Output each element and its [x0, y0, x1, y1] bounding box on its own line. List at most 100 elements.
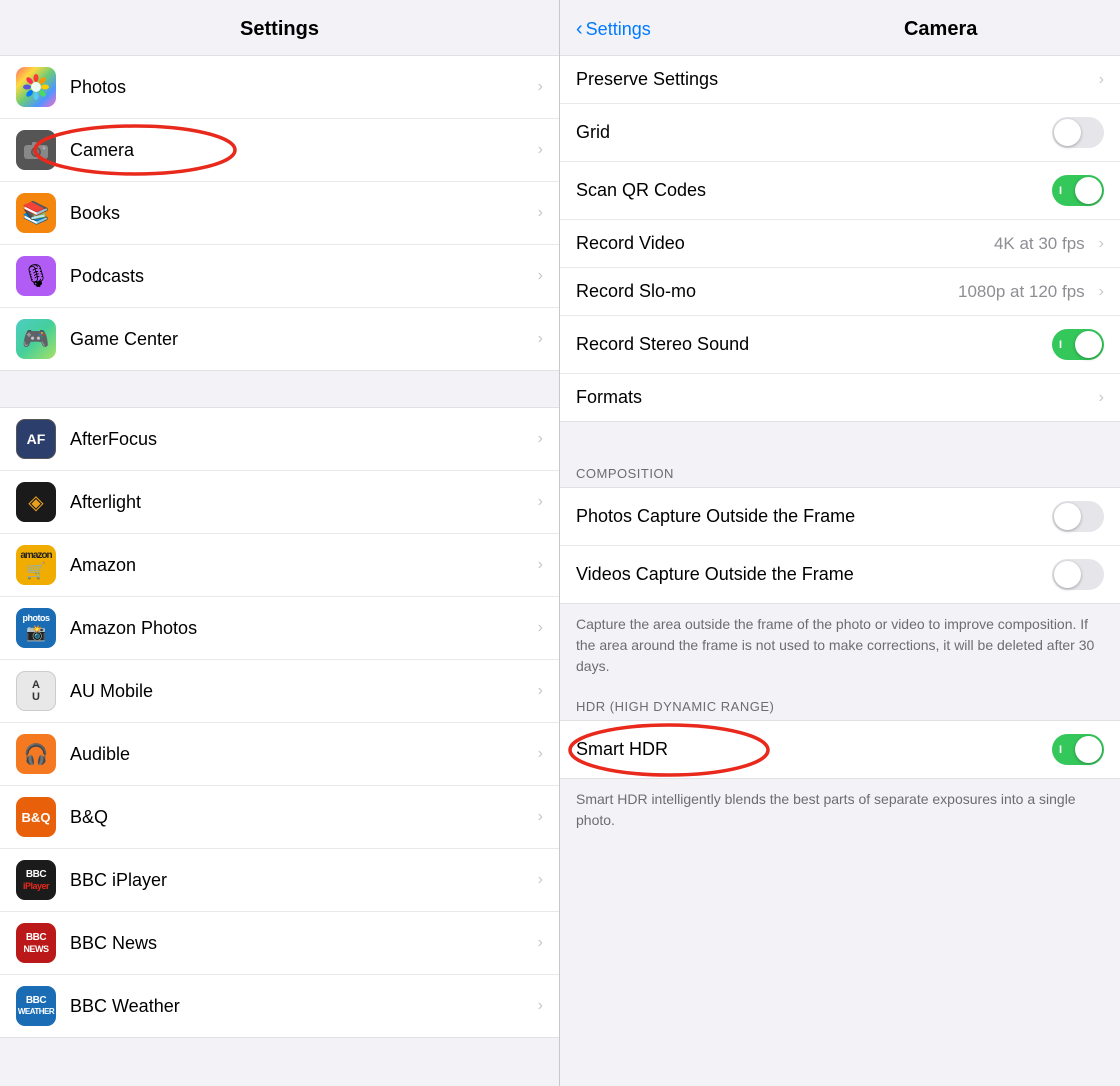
bbcweather-chevron: › [538, 997, 543, 1015]
smart-hdr-item[interactable]: Smart HDR I [560, 721, 1120, 778]
bbcnews-chevron: › [538, 934, 543, 952]
videos-capture-label: Videos Capture Outside the Frame [576, 564, 1052, 585]
sidebar-item-bbcweather[interactable]: BBC WEATHER BBC Weather › [0, 975, 559, 1037]
afterlight-label: Afterlight [70, 492, 530, 513]
audible-icon: 🎧 [16, 734, 56, 774]
grid-toggle-knob [1054, 119, 1081, 146]
record-slomo-value: 1080p at 120 fps [958, 282, 1085, 302]
scan-qr-label: Scan QR Codes [576, 180, 1052, 201]
grid-toggle[interactable] [1052, 117, 1104, 148]
audible-label: Audible [70, 744, 530, 765]
formats-chevron: › [1099, 389, 1104, 407]
podcasts-label: Podcasts [70, 266, 530, 287]
amazon-label: Amazon [70, 555, 530, 576]
afterfocus-label: AfterFocus [70, 429, 530, 450]
photos-capture-item[interactable]: Photos Capture Outside the Frame [560, 488, 1120, 546]
record-video-item[interactable]: Record Video 4K at 30 fps › [560, 220, 1120, 268]
photos-capture-label: Photos Capture Outside the Frame [576, 506, 1052, 527]
hdr-header: HDR (HIGH DYNAMIC RANGE) [560, 691, 1120, 720]
bbcnews-label: BBC News [70, 933, 530, 954]
sidebar-item-audible[interactable]: 🎧 Audible › [0, 723, 559, 786]
record-stereo-toggle[interactable]: I [1052, 329, 1104, 360]
sidebar-item-bbcnews[interactable]: BBC NEWS BBC News › [0, 912, 559, 975]
sidebar-item-camera[interactable]: Camera › [0, 119, 559, 182]
back-button[interactable]: ‹ Settings [576, 18, 651, 41]
books-chevron: › [538, 204, 543, 222]
record-stereo-label: Record Stereo Sound [576, 334, 1052, 355]
afterfocus-chevron: › [538, 430, 543, 448]
audible-chevron: › [538, 745, 543, 763]
scan-qr-item[interactable]: Scan QR Codes I [560, 162, 1120, 220]
sidebar-item-photos[interactable]: Photos › [0, 56, 559, 119]
sidebar-item-amazonphotos[interactable]: photos 📸 Amazon Photos › [0, 597, 559, 660]
camera-label: Camera [70, 140, 530, 161]
afterlight-icon: ◈ [16, 482, 56, 522]
record-video-label: Record Video [576, 233, 994, 254]
videos-capture-toggle-knob [1054, 561, 1081, 588]
amazon-icon: amazon 🛒 [16, 545, 56, 585]
bbcnews-icon: BBC NEWS [16, 923, 56, 963]
bbciplayer-icon: BBC iPlayer [16, 860, 56, 900]
amazonphotos-label: Amazon Photos [70, 618, 530, 639]
hdr-settings: Smart HDR I [560, 720, 1120, 779]
photos-capture-toggle[interactable] [1052, 501, 1104, 532]
record-stereo-item[interactable]: Record Stereo Sound I [560, 316, 1120, 374]
hdr-description: Smart HDR intelligently blends the best … [560, 779, 1120, 845]
grid-item[interactable]: Grid [560, 104, 1120, 162]
right-panel: ‹ Settings Camera Preserve Settings › Gr… [560, 0, 1120, 1086]
sidebar-item-amazon[interactable]: amazon 🛒 Amazon › [0, 534, 559, 597]
bq-chevron: › [538, 808, 543, 826]
grid-label: Grid [576, 122, 1052, 143]
right-header: ‹ Settings Camera [560, 0, 1120, 55]
podcasts-chevron: › [538, 267, 543, 285]
smart-hdr-toggle-knob [1075, 736, 1102, 763]
books-label: Books [70, 203, 530, 224]
amazonphotos-chevron: › [538, 619, 543, 637]
sidebar-item-afterfocus[interactable]: AF AfterFocus › [0, 408, 559, 471]
videos-capture-toggle[interactable] [1052, 559, 1104, 590]
composition-gap [560, 422, 1120, 458]
bq-label: B&Q [70, 807, 530, 828]
formats-item[interactable]: Formats › [560, 374, 1120, 421]
gamecenter-chevron: › [538, 330, 543, 348]
photos-capture-toggle-knob [1054, 503, 1081, 530]
gamecenter-label: Game Center [70, 329, 530, 350]
sidebar-item-podcasts[interactable]: 🎙 Podcasts › [0, 245, 559, 308]
smart-hdr-toggle[interactable]: I [1052, 734, 1104, 765]
composition-description: Capture the area outside the frame of th… [560, 604, 1120, 691]
record-stereo-toggle-label: I [1059, 339, 1062, 351]
composition-settings: Photos Capture Outside the Frame Videos … [560, 487, 1120, 604]
sidebar-item-books[interactable]: 📚 Books › [0, 182, 559, 245]
top-settings-list: Photos › Camera › [0, 55, 559, 371]
afterlight-chevron: › [538, 493, 543, 511]
sidebar-item-afterlight[interactable]: ◈ Afterlight › [0, 471, 559, 534]
scan-qr-toggle-label: I [1059, 185, 1062, 197]
composition-header: COMPOSITION [560, 458, 1120, 487]
afterfocus-icon: AF [16, 419, 56, 459]
videos-capture-item[interactable]: Videos Capture Outside the Frame [560, 546, 1120, 603]
bbcweather-icon: BBC WEATHER [16, 986, 56, 1026]
back-label: Settings [586, 19, 651, 40]
formats-label: Formats [576, 387, 1091, 408]
record-slomo-chevron: › [1099, 283, 1104, 301]
apps-settings-list: AF AfterFocus › ◈ Afterlight › amazon 🛒 … [0, 407, 559, 1038]
sidebar-item-bq[interactable]: B&Q B&Q › [0, 786, 559, 849]
camera-chevron: › [538, 141, 543, 159]
photos-icon [16, 67, 56, 107]
scan-qr-toggle[interactable]: I [1052, 175, 1104, 206]
preserve-settings-item[interactable]: Preserve Settings › [560, 56, 1120, 104]
preserve-settings-chevron: › [1099, 71, 1104, 89]
photos-label: Photos [70, 77, 530, 98]
record-slomo-item[interactable]: Record Slo-mo 1080p at 120 fps › [560, 268, 1120, 316]
record-stereo-toggle-knob [1075, 331, 1102, 358]
sidebar-item-gamecenter[interactable]: 🎮 Game Center › [0, 308, 559, 370]
record-video-chevron: › [1099, 235, 1104, 253]
books-icon: 📚 [16, 193, 56, 233]
amazonphotos-icon: photos 📸 [16, 608, 56, 648]
scan-qr-toggle-knob [1075, 177, 1102, 204]
sidebar-item-bbciplayer[interactable]: BBC iPlayer BBC iPlayer › [0, 849, 559, 912]
record-video-value: 4K at 30 fps [994, 234, 1085, 254]
right-panel-title: Camera [904, 18, 977, 41]
sidebar-item-aumobile[interactable]: AU AU Mobile › [0, 660, 559, 723]
bbciplayer-label: BBC iPlayer [70, 870, 530, 891]
